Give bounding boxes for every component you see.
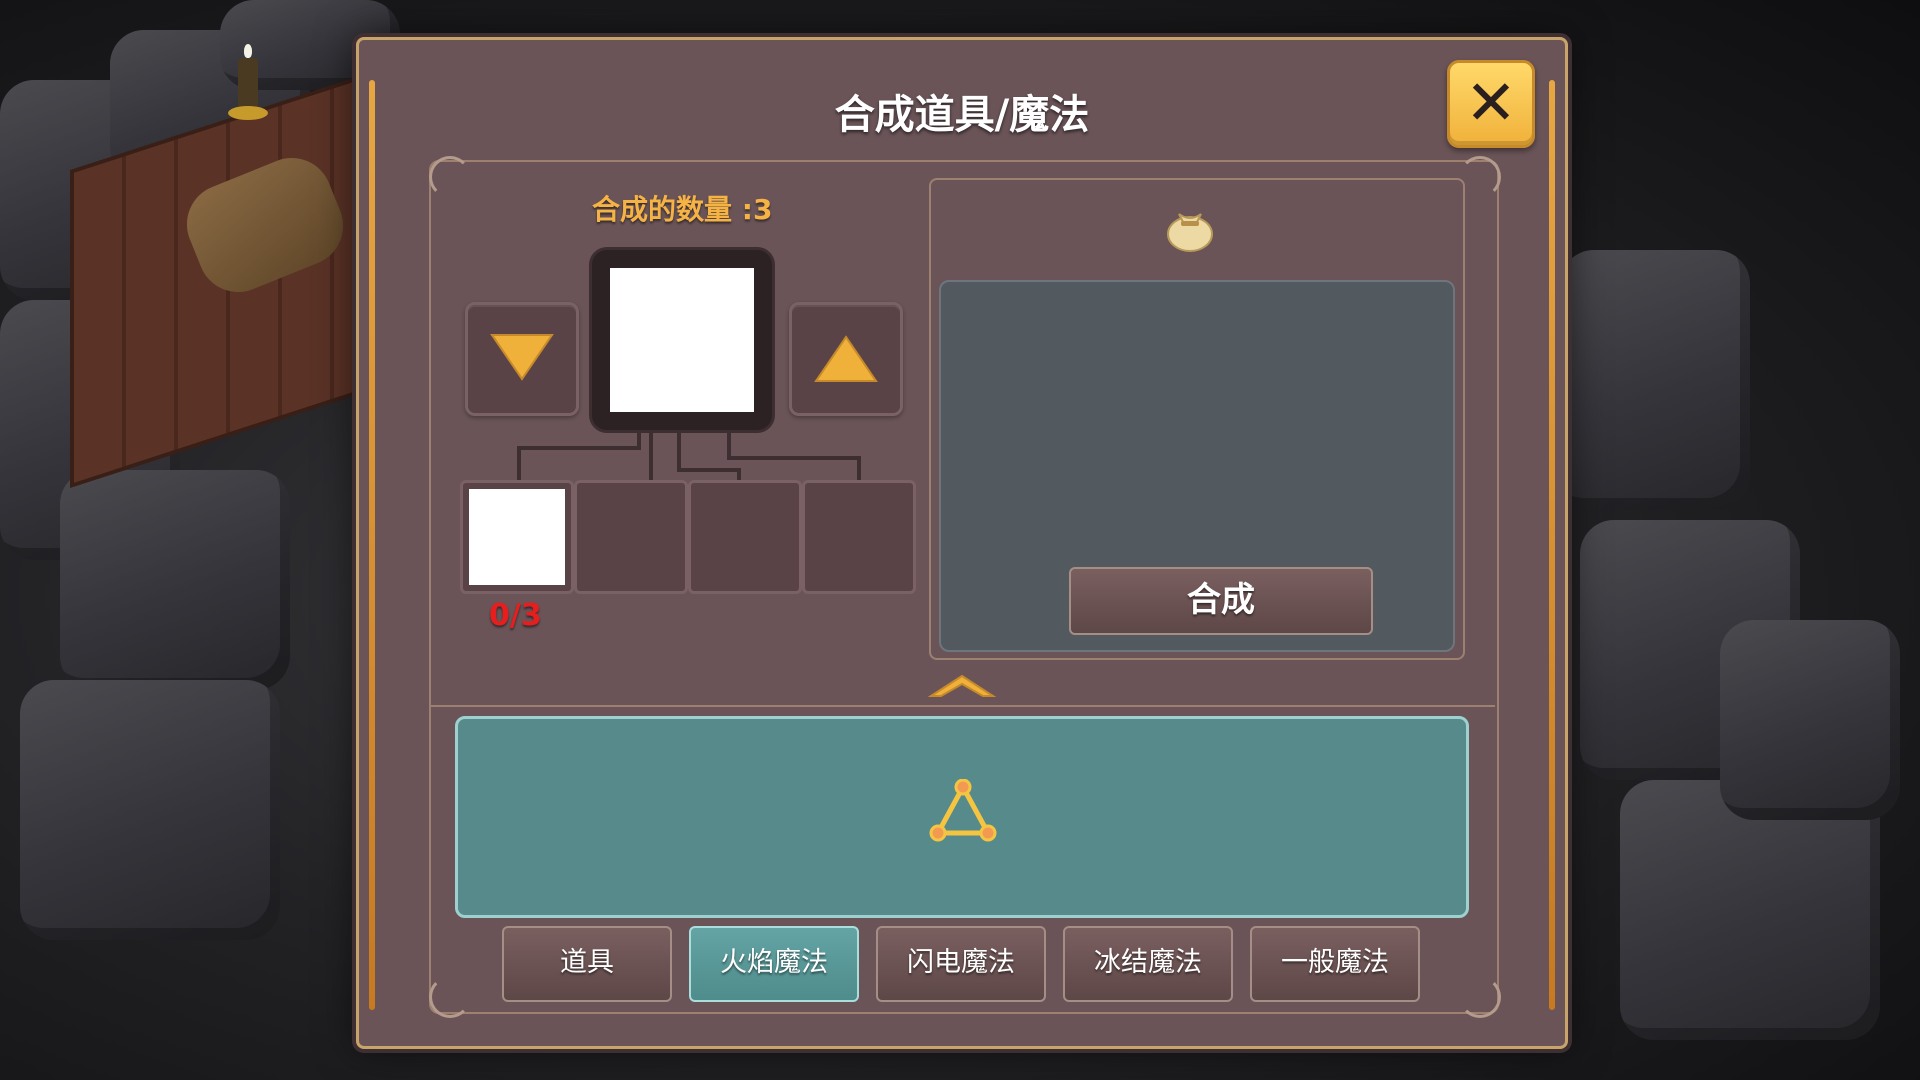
background-rock: [1560, 250, 1750, 510]
crafting-dialog: 合成道具/魔法 ✕ 合成的数量 :3 0/3 合成 道具 火焰魔法 闪电魔法 冰…: [356, 37, 1568, 1049]
background-rock: [60, 470, 290, 690]
ornament-corner: [429, 976, 471, 1018]
section-divider: [429, 705, 1495, 707]
decrease-count-button[interactable]: [465, 302, 579, 416]
dialog-edge-left: [369, 80, 375, 1010]
candle-icon: [228, 44, 268, 120]
dialog-edge-right: [1549, 80, 1555, 1010]
tab-fire-magic[interactable]: 火焰魔法: [689, 926, 859, 1002]
recipe-list-panel: [455, 716, 1469, 918]
dialog-title: 合成道具/魔法: [834, 92, 1090, 138]
craft-button[interactable]: 合成: [1069, 567, 1373, 635]
chevron-up-icon[interactable]: [927, 670, 997, 700]
triangle-nodes-icon: [929, 779, 997, 842]
item-description-box: 合成: [939, 280, 1455, 652]
triangle-down-icon: [490, 334, 554, 381]
ornament-corner: [1459, 156, 1501, 198]
close-icon: ✕: [1465, 66, 1517, 139]
material-slot[interactable]: [460, 480, 574, 594]
close-button[interactable]: ✕: [1447, 60, 1535, 148]
material-item-image: [469, 489, 565, 585]
background-rock: [20, 680, 280, 940]
tab-general-magic[interactable]: 一般魔法: [1250, 926, 1420, 1002]
triangle-up-icon: [814, 335, 878, 382]
result-item-image: [610, 268, 754, 412]
background-rock: [1720, 620, 1900, 820]
game-scene: 合成道具/魔法 ✕ 合成的数量 :3 0/3 合成 道具 火焰魔法 闪电魔法 冰…: [0, 0, 1920, 1080]
result-item-slot[interactable]: [589, 247, 775, 433]
ornament-corner: [429, 156, 471, 198]
pouch-icon: [1167, 213, 1213, 252]
tab-items[interactable]: 道具: [502, 926, 672, 1002]
increase-count-button[interactable]: [789, 302, 903, 416]
tab-ice-magic[interactable]: 冰结魔法: [1063, 926, 1233, 1002]
material-slot[interactable]: [688, 480, 802, 594]
item-preview-panel: 合成: [929, 178, 1465, 660]
material-slot[interactable]: [574, 480, 688, 594]
ornament-corner: [1459, 976, 1501, 1018]
tab-lightning-magic[interactable]: 闪电魔法: [876, 926, 1046, 1002]
material-progress: 0/3: [489, 598, 542, 633]
material-slot[interactable]: [802, 480, 916, 594]
craft-count-label: 合成的数量 :3: [592, 193, 773, 226]
